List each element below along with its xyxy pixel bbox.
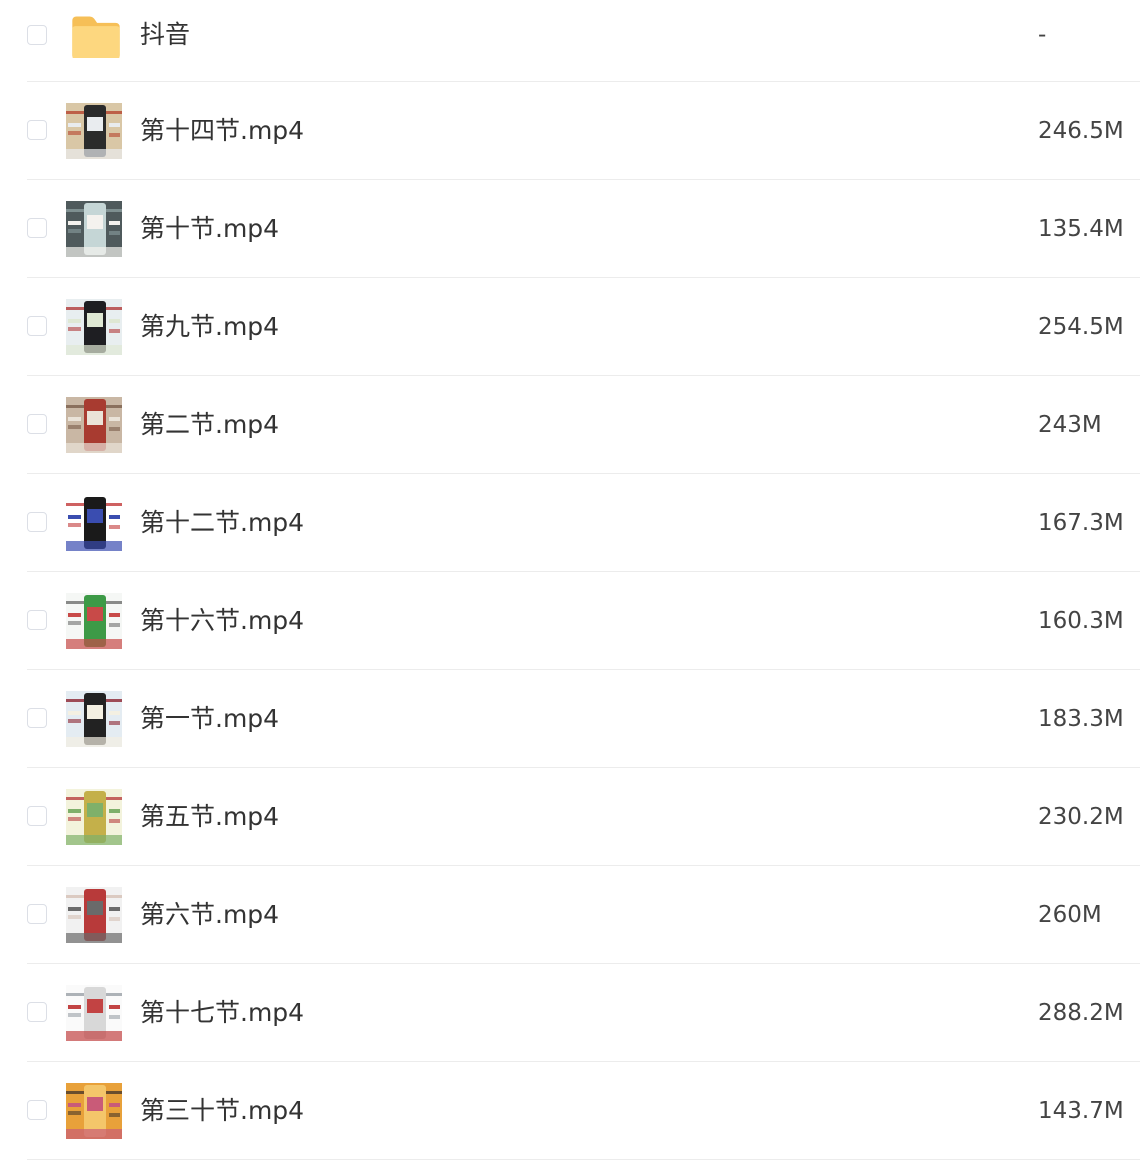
file-name[interactable]: 第五节.mp4 bbox=[140, 768, 279, 866]
folder-icon[interactable] bbox=[68, 10, 120, 58]
file-size: 230.2M bbox=[1038, 804, 1124, 830]
video-thumbnail-icon[interactable] bbox=[66, 201, 122, 257]
file-name[interactable]: 第九节.mp4 bbox=[140, 278, 279, 376]
file-size: 243M bbox=[1038, 412, 1102, 438]
file-row[interactable]: 第十六节.mp4 160.3M bbox=[0, 572, 1140, 670]
video-thumbnail-icon[interactable] bbox=[66, 1083, 122, 1139]
file-size: - bbox=[1038, 22, 1047, 48]
video-thumbnail-icon[interactable] bbox=[66, 691, 122, 747]
file-list: 抖音 - 第十四节.mp4 246.5M 第十节.mp4 135.4M 第九节.mp4 254… bbox=[0, 0, 1140, 1160]
file-name[interactable]: 第十二节.mp4 bbox=[140, 474, 304, 572]
file-size: 246.5M bbox=[1038, 118, 1124, 144]
row-checkbox[interactable] bbox=[27, 1100, 47, 1120]
video-thumbnail-icon[interactable] bbox=[66, 299, 122, 355]
file-row[interactable]: 第十七节.mp4 288.2M bbox=[0, 964, 1140, 1062]
video-thumbnail-icon[interactable] bbox=[66, 593, 122, 649]
file-name[interactable]: 第十四节.mp4 bbox=[140, 82, 304, 180]
file-name[interactable]: 抖音 bbox=[140, 0, 190, 70]
row-checkbox[interactable] bbox=[27, 25, 47, 45]
row-checkbox[interactable] bbox=[27, 218, 47, 238]
file-row[interactable]: 抖音 - bbox=[0, 0, 1140, 82]
file-name[interactable]: 第十七节.mp4 bbox=[140, 964, 304, 1062]
file-size: 183.3M bbox=[1038, 706, 1124, 732]
row-divider bbox=[27, 1159, 1140, 1160]
video-thumbnail-icon[interactable] bbox=[66, 495, 122, 551]
file-row[interactable]: 第十二节.mp4 167.3M bbox=[0, 474, 1140, 572]
file-name[interactable]: 第十六节.mp4 bbox=[140, 572, 304, 670]
video-thumbnail-icon[interactable] bbox=[66, 397, 122, 453]
file-row[interactable]: 第三十节.mp4 143.7M bbox=[0, 1062, 1140, 1160]
row-checkbox[interactable] bbox=[27, 708, 47, 728]
file-size: 254.5M bbox=[1038, 314, 1124, 340]
row-checkbox[interactable] bbox=[27, 610, 47, 630]
row-checkbox[interactable] bbox=[27, 806, 47, 826]
video-thumbnail-icon[interactable] bbox=[66, 103, 122, 159]
file-size: 160.3M bbox=[1038, 608, 1124, 634]
row-checkbox[interactable] bbox=[27, 316, 47, 336]
video-thumbnail-icon[interactable] bbox=[66, 887, 122, 943]
row-checkbox[interactable] bbox=[27, 904, 47, 924]
row-checkbox[interactable] bbox=[27, 512, 47, 532]
video-thumbnail-icon[interactable] bbox=[66, 789, 122, 845]
file-size: 260M bbox=[1038, 902, 1102, 928]
file-size: 143.7M bbox=[1038, 1098, 1124, 1124]
file-row[interactable]: 第二节.mp4 243M bbox=[0, 376, 1140, 474]
file-name[interactable]: 第一节.mp4 bbox=[140, 670, 279, 768]
row-checkbox[interactable] bbox=[27, 414, 47, 434]
file-row[interactable]: 第十四节.mp4 246.5M bbox=[0, 82, 1140, 180]
file-size: 135.4M bbox=[1038, 216, 1124, 242]
file-row[interactable]: 第五节.mp4 230.2M bbox=[0, 768, 1140, 866]
file-size: 167.3M bbox=[1038, 510, 1124, 536]
file-name[interactable]: 第六节.mp4 bbox=[140, 866, 279, 964]
row-checkbox[interactable] bbox=[27, 120, 47, 140]
file-row[interactable]: 第六节.mp4 260M bbox=[0, 866, 1140, 964]
file-name[interactable]: 第十节.mp4 bbox=[140, 180, 279, 278]
file-row[interactable]: 第十节.mp4 135.4M bbox=[0, 180, 1140, 278]
file-name[interactable]: 第二节.mp4 bbox=[140, 376, 279, 474]
file-row[interactable]: 第九节.mp4 254.5M bbox=[0, 278, 1140, 376]
row-checkbox[interactable] bbox=[27, 1002, 47, 1022]
file-size: 288.2M bbox=[1038, 1000, 1124, 1026]
file-name[interactable]: 第三十节.mp4 bbox=[140, 1062, 304, 1160]
video-thumbnail-icon[interactable] bbox=[66, 985, 122, 1041]
file-row[interactable]: 第一节.mp4 183.3M bbox=[0, 670, 1140, 768]
